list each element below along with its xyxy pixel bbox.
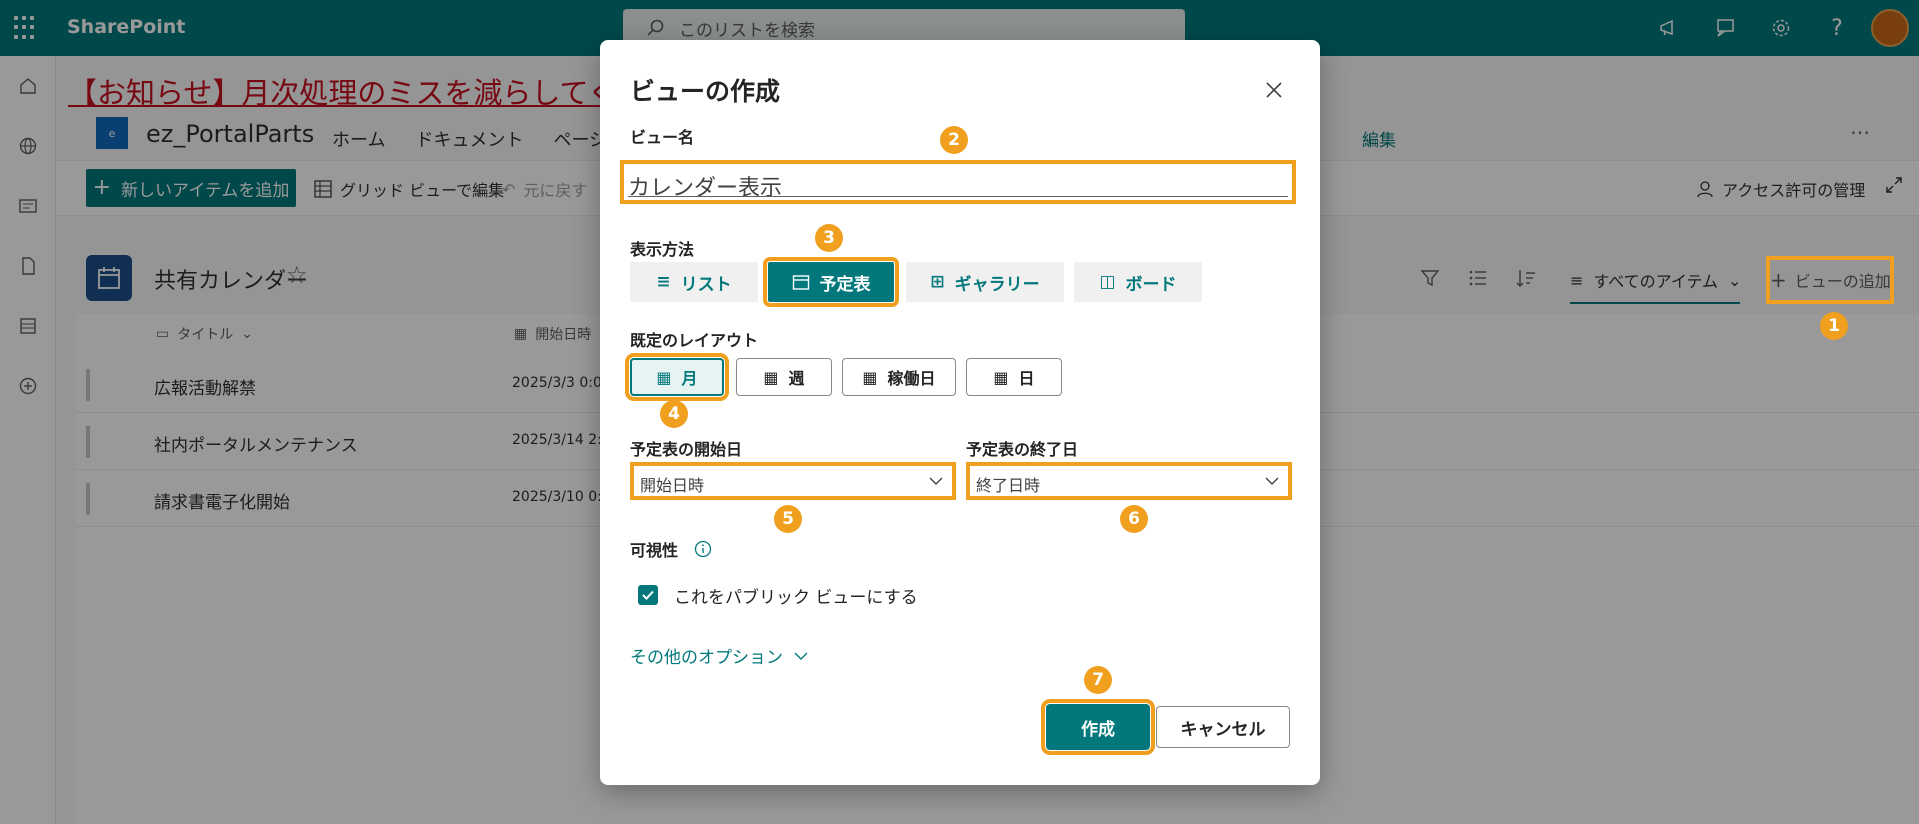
gallery-icon: ⊞ [930, 272, 945, 292]
format-gallery-button[interactable]: ⊞ ギャラリー [906, 262, 1064, 302]
start-date-value: 開始日時 [640, 476, 705, 495]
layout-day-button[interactable]: ▦ 日 [966, 358, 1062, 396]
input-underline [628, 196, 1288, 197]
callout-badge-7: 7 [1084, 666, 1112, 694]
callout-badge-4: 4 [660, 400, 688, 428]
visibility-label: 可視性 [630, 541, 679, 560]
start-date-dropdown[interactable]: 開始日時 [630, 462, 956, 500]
view-name-label: ビュー名 [630, 128, 695, 147]
callout-badge-1: 1 [1820, 312, 1848, 340]
layout-workweek-label: 稼働日 [887, 369, 936, 388]
calendar-icon: ▦ [993, 367, 1009, 387]
format-list-button[interactable]: ≡ リスト [630, 262, 758, 302]
public-view-checkbox[interactable] [638, 585, 658, 605]
dialog-title: ビューの作成 [630, 77, 781, 106]
end-date-value: 終了日時 [976, 476, 1041, 495]
format-calendar-label: 予定表 [819, 274, 871, 295]
calendar-icon: ▦ [862, 367, 878, 387]
layout-month-label: 月 [681, 369, 698, 388]
public-view-label[interactable]: これをパブリック ビューにする [674, 583, 918, 608]
list-icon: ≡ [656, 272, 671, 292]
format-gallery-label: ギャラリー [954, 274, 1040, 295]
layout-day-label: 日 [1018, 369, 1035, 388]
format-calendar-button[interactable]: 予定表 [763, 257, 899, 307]
layout-week-label: 週 [788, 369, 805, 388]
chevron-down-icon [1264, 473, 1280, 493]
close-icon[interactable] [1260, 76, 1288, 104]
chevron-down-icon [928, 473, 944, 493]
checkmark-icon [642, 590, 654, 600]
end-date-dropdown[interactable]: 終了日時 [966, 462, 1292, 500]
display-method-label: 表示方法 [630, 240, 695, 259]
layout-month-button[interactable]: ▦ 月 [625, 353, 729, 401]
layout-workweek-button[interactable]: ▦ 稼働日 [842, 358, 956, 396]
callout-badge-2: 2 [940, 126, 968, 154]
start-date-label: 予定表の開始日 [630, 440, 743, 459]
calendar-icon [792, 275, 809, 290]
calendar-icon: ▦ [763, 367, 779, 387]
create-button[interactable]: 作成 [1041, 699, 1155, 755]
info-icon[interactable] [694, 540, 712, 562]
view-name-input[interactable]: カレンダー表示 [620, 160, 1296, 204]
board-icon: ◫ [1099, 272, 1116, 292]
layout-week-button[interactable]: ▦ 週 [736, 358, 832, 396]
add-view-highlight [1766, 256, 1894, 304]
callout-badge-3: 3 [815, 224, 843, 252]
end-date-label: 予定表の終了日 [966, 440, 1079, 459]
format-list-label: リスト [680, 274, 732, 295]
cancel-button[interactable]: キャンセル [1156, 706, 1290, 748]
callout-badge-6: 6 [1120, 505, 1148, 533]
calendar-icon: ▦ [656, 367, 672, 387]
chevron-down-icon [794, 652, 808, 660]
layout-label: 既定のレイアウト [630, 331, 759, 350]
view-name-value: カレンダー表示 [628, 176, 783, 201]
more-options-link[interactable]: その他のオプション [630, 643, 809, 668]
more-options-label: その他のオプション [630, 648, 783, 668]
format-board-label: ボード [1125, 274, 1177, 295]
callout-badge-5: 5 [774, 505, 802, 533]
create-view-dialog: ビューの作成 ビュー名 2 カレンダー表示 表示方法 3 ≡ リスト 予定表 ⊞… [600, 40, 1320, 785]
format-board-button[interactable]: ◫ ボード [1074, 262, 1202, 302]
